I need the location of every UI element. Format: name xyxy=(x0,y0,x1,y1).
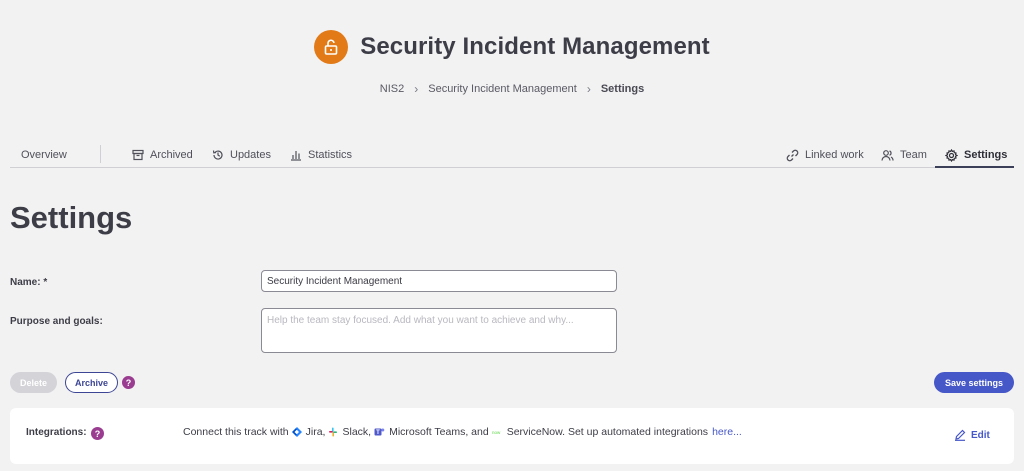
teams-icon: T xyxy=(374,428,385,436)
bar-chart-icon xyxy=(291,151,301,161)
tab-updates-label: Updates xyxy=(230,149,271,161)
tab-linked-work-label: Linked work xyxy=(805,149,864,161)
purpose-field[interactable] xyxy=(261,308,617,353)
delete-button[interactable]: Delete xyxy=(10,372,57,393)
edit-label: Edit xyxy=(971,429,990,441)
question-icon[interactable]: ? xyxy=(91,427,104,440)
settings-heading: Settings xyxy=(10,200,133,235)
link-icon xyxy=(786,149,799,161)
breadcrumb: NIS2 › Security Incident Management › Se… xyxy=(0,82,1024,96)
archive-box-icon xyxy=(132,149,144,161)
tab-divider xyxy=(100,145,101,163)
tab-bar: Overview Archived Updates Statistics Lin… xyxy=(10,142,1014,168)
slack-label: Slack, xyxy=(342,426,372,438)
page-title: Security Incident Management xyxy=(360,33,710,60)
tab-linked-work[interactable]: Linked work xyxy=(786,142,864,168)
tab-team-label: Team xyxy=(900,149,927,161)
title-row: Security Incident Management xyxy=(0,30,1024,64)
tab-settings-label: Settings xyxy=(964,149,1008,161)
tab-archived[interactable]: Archived xyxy=(132,142,193,168)
breadcrumb-item-nis2[interactable]: NIS2 xyxy=(380,83,404,95)
name-field[interactable] xyxy=(261,270,617,292)
jira-icon xyxy=(291,427,302,437)
chevron-right-icon: › xyxy=(586,82,591,96)
integrations-link[interactable]: here... xyxy=(712,426,742,438)
save-settings-button[interactable]: Save settings xyxy=(934,372,1014,393)
breadcrumb-item-current: Settings xyxy=(600,83,645,95)
chevron-right-icon: › xyxy=(414,82,419,96)
integrations-label: Integrations: xyxy=(26,427,87,438)
purpose-label: Purpose and goals: xyxy=(10,316,103,327)
tab-statistics-label: Statistics xyxy=(308,149,353,161)
edit-integrations-button[interactable]: Edit xyxy=(954,429,990,441)
slack-icon xyxy=(329,427,338,437)
page-header: Security Incident Management NIS2 › Secu… xyxy=(0,0,1024,130)
tab-overview[interactable]: Overview xyxy=(21,142,67,168)
jira-label: Jira, xyxy=(305,426,326,438)
servicenow-label: ServiceNow. Set up automated integration… xyxy=(506,426,709,438)
integrations-description: Connect this track with Jira, Slack, T M… xyxy=(183,426,742,438)
question-icon[interactable]: ? xyxy=(122,376,135,389)
integrations-label-text: Integrations: xyxy=(26,427,87,438)
tab-overview-label: Overview xyxy=(21,149,67,161)
breadcrumb-item-track[interactable]: Security Incident Management xyxy=(428,83,577,95)
gear-icon xyxy=(945,148,958,162)
svg-text:now: now xyxy=(492,430,501,435)
integrations-card: Integrations: ? Connect this track with … xyxy=(10,408,1014,464)
tab-updates[interactable]: Updates xyxy=(212,142,271,168)
unlock-icon xyxy=(314,30,349,64)
svg-text:T: T xyxy=(376,430,380,436)
history-icon xyxy=(212,150,223,160)
tab-settings[interactable]: Settings xyxy=(945,142,1007,168)
name-label: Name: * xyxy=(10,277,48,288)
teams-label: Microsoft Teams, and xyxy=(389,426,489,438)
tab-team[interactable]: Team xyxy=(881,142,927,168)
pencil-icon xyxy=(955,429,966,441)
archive-button[interactable]: Archive xyxy=(65,372,118,393)
servicenow-icon: now xyxy=(492,430,501,435)
team-icon xyxy=(881,149,894,161)
tab-archived-label: Archived xyxy=(150,149,193,161)
active-tab-indicator xyxy=(935,166,1014,168)
tab-statistics[interactable]: Statistics xyxy=(290,142,352,168)
integrations-prefix: Connect this track with xyxy=(183,426,289,438)
